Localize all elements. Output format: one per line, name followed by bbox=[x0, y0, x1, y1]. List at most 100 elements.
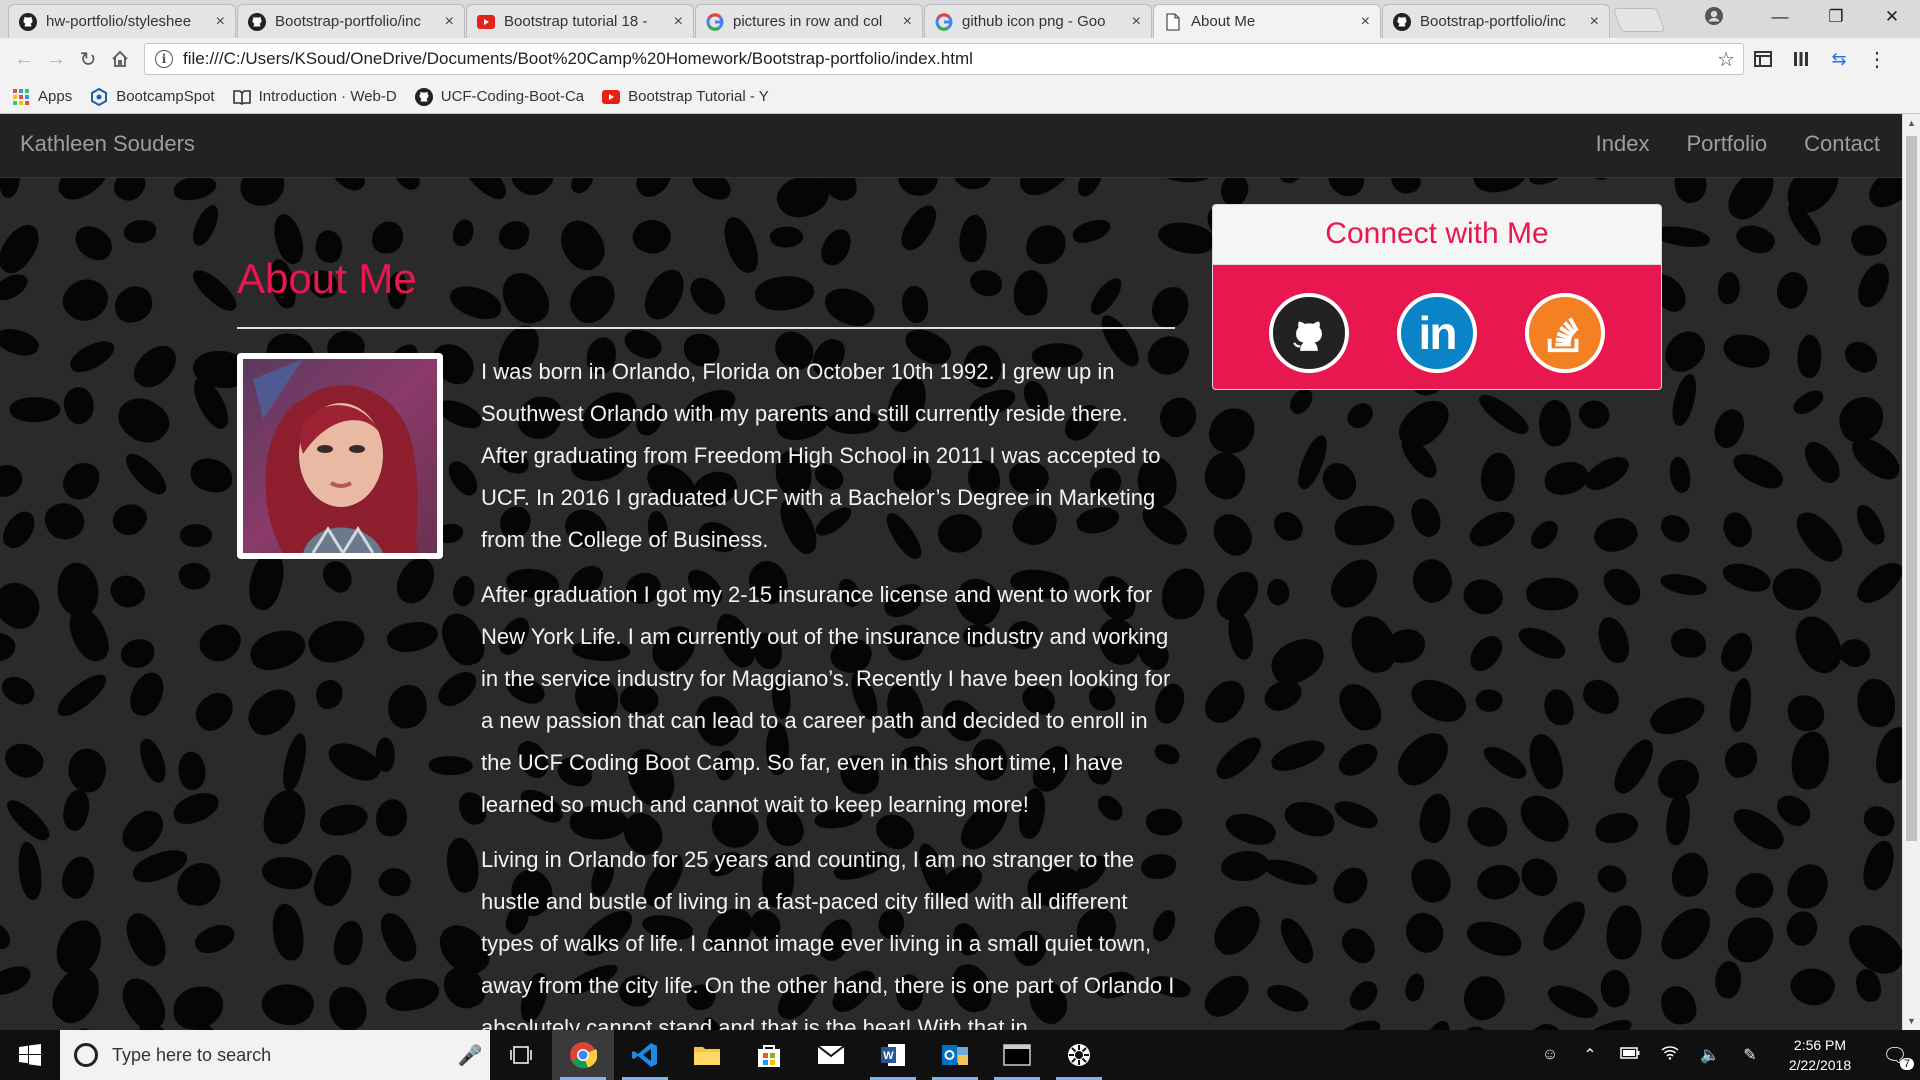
bookmark-star-icon[interactable]: ☆ bbox=[1717, 47, 1735, 72]
leopard-spot bbox=[1542, 459, 1590, 496]
leopard-spot bbox=[682, 272, 732, 321]
leopard-spot bbox=[112, 971, 175, 1030]
word-icon[interactable]: W bbox=[862, 1030, 924, 1080]
close-tab-icon[interactable]: × bbox=[1590, 13, 1599, 31]
pen-icon[interactable]: ✎ bbox=[1730, 1045, 1770, 1065]
leopard-spot bbox=[720, 213, 763, 278]
forward-icon[interactable]: → bbox=[40, 43, 72, 75]
browser-tab[interactable]: hw-portfolio/styleshee × bbox=[8, 4, 236, 38]
wifi-icon[interactable] bbox=[1650, 1045, 1690, 1065]
browser-tab[interactable]: Bootstrap-portfolio/inc × bbox=[1382, 4, 1610, 38]
nav-portfolio-link[interactable]: Portfolio bbox=[1686, 131, 1767, 157]
bookmark-label: Introduction · Web-D bbox=[258, 88, 397, 105]
leopard-spot bbox=[1721, 739, 1763, 781]
leopard-spot bbox=[0, 269, 33, 307]
url-text[interactable]: file:///C:/Users/KSoud/OneDrive/Document… bbox=[183, 49, 1717, 69]
leopard-spot bbox=[42, 960, 111, 1030]
bookmarks-bar: Apps BootcampSpot Introduction · Web-D U… bbox=[0, 80, 1920, 114]
bookmark-apps[interactable]: Apps bbox=[12, 88, 72, 106]
new-tab-button[interactable] bbox=[1612, 8, 1666, 32]
github-icon bbox=[19, 12, 37, 31]
back-icon[interactable]: ← bbox=[8, 43, 40, 75]
nav-contact-link[interactable]: Contact bbox=[1804, 131, 1880, 157]
task-view-icon[interactable] bbox=[490, 1030, 552, 1080]
leopard-spot bbox=[384, 616, 442, 657]
info-icon[interactable]: i bbox=[155, 50, 173, 68]
leopard-spot bbox=[1849, 221, 1890, 259]
page-scrollbar[interactable]: ▲ ▼ bbox=[1902, 114, 1920, 1030]
leopard-spot bbox=[1479, 739, 1531, 785]
minimize-icon[interactable]: — bbox=[1752, 7, 1808, 27]
leopard-spot bbox=[1270, 507, 1307, 546]
stackoverflow-link[interactable] bbox=[1525, 293, 1605, 373]
leopard-spot bbox=[1858, 801, 1899, 840]
close-tab-icon[interactable]: × bbox=[674, 13, 683, 31]
bookmark-bootcampspot[interactable]: BootcampSpot bbox=[90, 87, 215, 106]
leopard-spot bbox=[1656, 324, 1713, 379]
browser-tab[interactable]: pictures in row and col × bbox=[695, 4, 923, 38]
action-center-icon[interactable]: 🗨 7 bbox=[1870, 1043, 1920, 1070]
store-icon[interactable] bbox=[738, 1030, 800, 1080]
scroll-up-icon[interactable]: ▲ bbox=[1907, 118, 1916, 128]
menu-kebab-icon[interactable]: ⋮ bbox=[1858, 43, 1896, 75]
terminal-icon[interactable] bbox=[986, 1030, 1048, 1080]
scrollbar-thumb[interactable] bbox=[1906, 136, 1917, 841]
reload-icon[interactable]: ↻ bbox=[72, 43, 104, 75]
mail-icon[interactable] bbox=[800, 1030, 862, 1080]
leopard-spot bbox=[816, 224, 855, 270]
bookmark-introduction[interactable]: Introduction · Web-D bbox=[232, 88, 397, 106]
site-brand[interactable]: Kathleen Souders bbox=[20, 131, 195, 157]
leopard-spot bbox=[1461, 800, 1514, 855]
scroll-down-icon[interactable]: ▼ bbox=[1907, 1016, 1916, 1026]
outlook-icon[interactable] bbox=[924, 1030, 986, 1080]
browser-tab[interactable]: Bootstrap-portfolio/inc × bbox=[237, 4, 465, 38]
browser-tab[interactable]: Bootstrap tutorial 18 - × bbox=[466, 4, 694, 38]
restore-icon[interactable]: ❐ bbox=[1808, 7, 1864, 27]
extension-icon[interactable] bbox=[1744, 43, 1782, 75]
volume-icon[interactable]: 🔈 bbox=[1690, 1045, 1730, 1065]
window-controls: — ❐ ✕ bbox=[1752, 0, 1920, 34]
linkedin-link[interactable]: in bbox=[1397, 293, 1477, 373]
close-tab-icon[interactable]: × bbox=[445, 13, 454, 31]
close-tab-icon[interactable]: × bbox=[903, 13, 912, 31]
nav-index-link[interactable]: Index bbox=[1596, 131, 1650, 157]
profile-icon[interactable] bbox=[1704, 6, 1724, 26]
file-explorer-icon[interactable] bbox=[676, 1030, 738, 1080]
bio-text: I was born in Orlando, Florida on Octobe… bbox=[481, 351, 1175, 1030]
bookmark-ucf-coding[interactable]: UCF-Coding-Boot-Ca bbox=[414, 87, 584, 106]
leopard-spot bbox=[1457, 570, 1509, 622]
leopard-spot bbox=[110, 282, 156, 326]
sync-extension-icon[interactable]: ⇆ bbox=[1820, 43, 1858, 75]
taskbar-search[interactable]: Type here to search 🎤 bbox=[60, 1030, 490, 1080]
windows-taskbar: Type here to search 🎤 W ☺ ⌃ 🔈 ✎ 2:56 PM … bbox=[0, 1030, 1920, 1080]
people-icon[interactable]: ☺ bbox=[1530, 1046, 1570, 1064]
leopard-spot bbox=[41, 497, 90, 546]
reading-list-icon[interactable] bbox=[1782, 43, 1820, 75]
leopard-spot bbox=[2, 794, 55, 847]
leopard-spot bbox=[385, 682, 430, 731]
system-clock[interactable]: 2:56 PM 2/22/2018 bbox=[1770, 1035, 1870, 1075]
vscode-icon[interactable] bbox=[614, 1030, 676, 1080]
leopard-spot bbox=[0, 322, 42, 362]
leopard-spot bbox=[1598, 561, 1647, 612]
leopard-spot bbox=[1262, 575, 1294, 609]
chrome-icon[interactable] bbox=[552, 1030, 614, 1080]
leopard-spot bbox=[1259, 853, 1320, 891]
settings-app-icon[interactable] bbox=[1048, 1030, 1110, 1080]
microphone-icon[interactable]: 🎤 bbox=[450, 1043, 490, 1068]
close-tab-icon[interactable]: × bbox=[216, 13, 225, 31]
leopard-spot bbox=[1414, 790, 1457, 846]
github-icon bbox=[1293, 321, 1322, 351]
windows-start-icon[interactable] bbox=[0, 1030, 60, 1080]
close-tab-icon[interactable]: × bbox=[1132, 13, 1141, 31]
browser-tab[interactable]: github icon png - Goo × bbox=[924, 4, 1152, 38]
home-icon[interactable] bbox=[104, 43, 136, 75]
battery-icon[interactable] bbox=[1610, 1046, 1650, 1064]
close-window-icon[interactable]: ✕ bbox=[1864, 7, 1920, 27]
github-link[interactable] bbox=[1269, 293, 1349, 373]
browser-tab-active[interactable]: About Me × bbox=[1153, 4, 1381, 38]
close-tab-icon[interactable]: × bbox=[1361, 13, 1370, 31]
bookmark-bootstrap-tutorial[interactable]: Bootstrap Tutorial - Y bbox=[602, 88, 769, 106]
address-bar[interactable]: i file:///C:/Users/KSoud/OneDrive/Docume… bbox=[144, 43, 1744, 75]
chevron-up-icon[interactable]: ⌃ bbox=[1570, 1045, 1610, 1065]
